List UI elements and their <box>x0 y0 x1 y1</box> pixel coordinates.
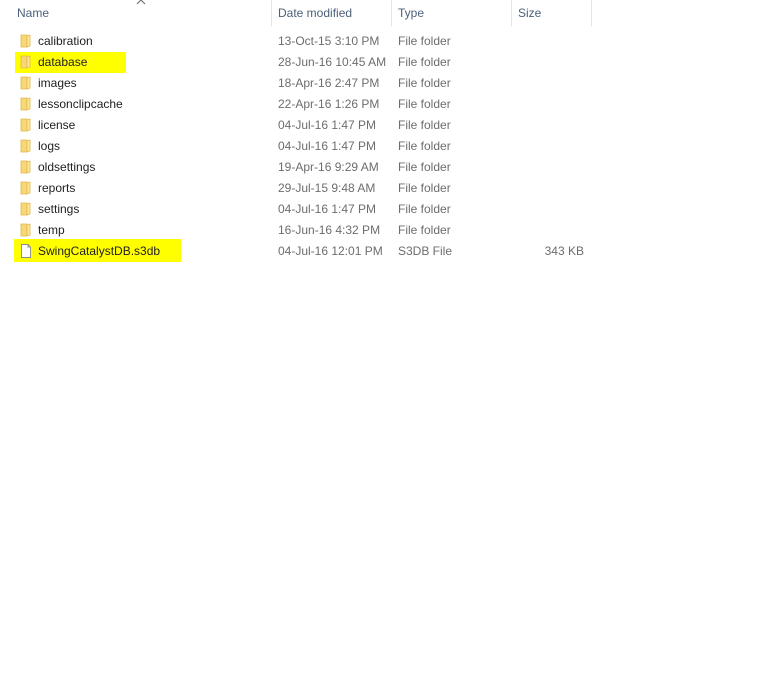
folder-icon <box>20 160 31 174</box>
column-header-date-modified[interactable]: Date modified <box>272 0 391 26</box>
file-type: S3DB File <box>398 244 453 258</box>
file-date-modified: 28-Jun-16 10:45 AM <box>278 55 387 69</box>
file-type: File folder <box>398 34 451 48</box>
file-name: SwingCatalystDB.s3db <box>38 244 161 258</box>
folder-icon <box>20 97 31 111</box>
file-date-modified: 18-Apr-16 2:47 PM <box>278 76 380 90</box>
file-name: temp <box>38 223 65 237</box>
file-row-license[interactable]: license 04-Jul-16 1:47 PM File folder <box>0 115 592 136</box>
file-date-modified: 29-Jul-15 9:48 AM <box>278 181 376 195</box>
file-row-logs[interactable]: logs 04-Jul-16 1:47 PM File folder <box>0 136 592 157</box>
file-name: license <box>38 118 76 132</box>
file-type: File folder <box>398 160 451 174</box>
file-size <box>512 220 584 241</box>
file-date-modified: 13-Oct-15 3:10 PM <box>278 34 380 48</box>
file-row-calibration[interactable]: calibration 13-Oct-15 3:10 PM File folde… <box>0 31 592 52</box>
file-name: database <box>38 55 88 69</box>
file-size <box>512 178 584 199</box>
column-header-name[interactable]: Name <box>11 0 271 26</box>
file-name: settings <box>38 202 80 216</box>
file-row-settings[interactable]: settings 04-Jul-16 1:47 PM File folder <box>0 199 592 220</box>
file-date-modified: 04-Jul-16 12:01 PM <box>278 244 383 258</box>
file-name: lessonclipcache <box>38 97 123 111</box>
file-date-modified: 22-Apr-16 1:26 PM <box>278 97 380 111</box>
file-type: File folder <box>398 76 451 90</box>
file-size <box>512 52 584 73</box>
file-date-modified: 04-Jul-16 1:47 PM <box>278 118 377 132</box>
file-size <box>512 31 584 52</box>
file-size <box>512 94 584 115</box>
file-list: calibration 13-Oct-15 3:10 PM File folde… <box>0 31 762 262</box>
file-row-lessonclipcache[interactable]: lessonclipcache 22-Apr-16 1:26 PM File f… <box>0 94 592 115</box>
file-type: File folder <box>398 97 451 111</box>
folder-icon <box>20 181 31 195</box>
file-name: oldsettings <box>38 160 96 174</box>
file-icon <box>21 244 31 258</box>
file-date-modified: 04-Jul-16 1:47 PM <box>278 139 377 153</box>
file-size <box>512 115 584 136</box>
folder-icon <box>20 202 31 216</box>
file-name: images <box>38 76 77 90</box>
folder-icon <box>20 118 31 132</box>
column-header-size[interactable]: Size <box>512 0 592 26</box>
file-row-images[interactable]: images 18-Apr-16 2:47 PM File folder <box>0 73 592 94</box>
file-date-modified: 19-Apr-16 9:29 AM <box>278 160 379 174</box>
file-type: File folder <box>398 202 451 216</box>
file-size <box>512 157 584 178</box>
file-name: logs <box>38 139 61 153</box>
folder-icon <box>20 139 31 153</box>
file-name: calibration <box>38 34 93 48</box>
file-type: File folder <box>398 181 451 195</box>
folder-icon <box>20 34 31 48</box>
file-date-modified: 16-Jun-16 4:32 PM <box>278 223 381 237</box>
folder-icon <box>20 223 31 237</box>
file-name: reports <box>38 181 76 195</box>
file-type: File folder <box>398 223 451 237</box>
column-header: Name Date modified Type Size <box>0 0 592 26</box>
file-row-swingcatalystdb[interactable]: SwingCatalystDB.s3db 04-Jul-16 12:01 PM … <box>0 241 592 262</box>
file-explorer-view: Name Date modified Type Size calibration… <box>0 0 762 686</box>
file-type: File folder <box>398 139 451 153</box>
file-size <box>512 136 584 157</box>
file-row-reports[interactable]: reports 29-Jul-15 9:48 AM File folder <box>0 178 592 199</box>
file-type: File folder <box>398 118 451 132</box>
file-row-oldsettings[interactable]: oldsettings 19-Apr-16 9:29 AM File folde… <box>0 157 592 178</box>
file-row-temp[interactable]: temp 16-Jun-16 4:32 PM File folder <box>0 220 592 241</box>
file-size <box>512 73 584 94</box>
column-header-type[interactable]: Type <box>392 0 511 26</box>
file-size <box>512 199 584 220</box>
file-size: 343 KB <box>544 244 584 258</box>
file-date-modified: 04-Jul-16 1:47 PM <box>278 202 377 216</box>
file-row-database[interactable]: database 28-Jun-16 10:45 AM File folder <box>0 52 592 73</box>
file-type: File folder <box>398 55 451 69</box>
folder-icon <box>20 55 31 69</box>
column-divider[interactable] <box>591 0 592 26</box>
folder-icon <box>20 76 31 90</box>
